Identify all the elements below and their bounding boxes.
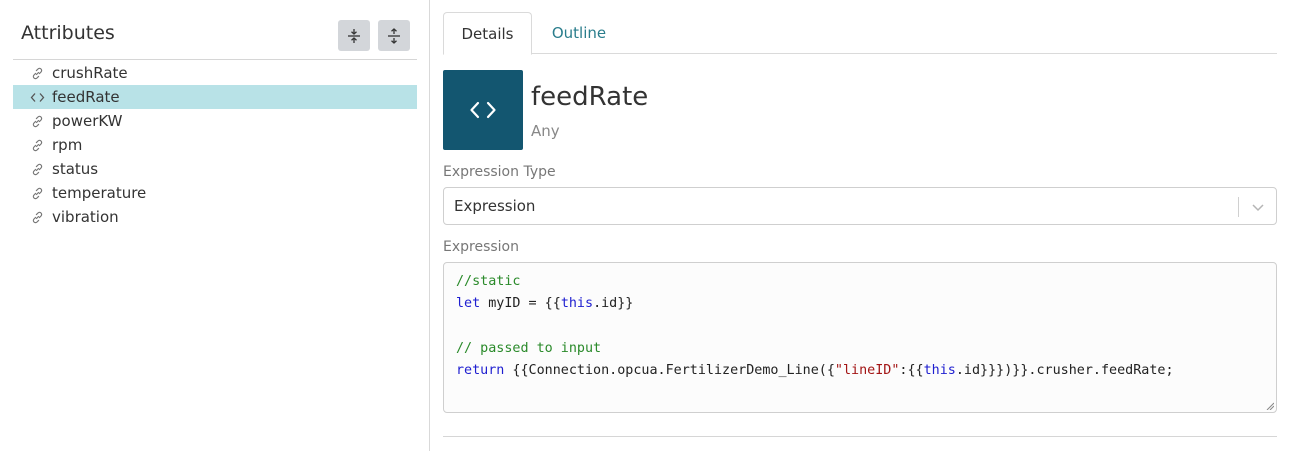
collapse-vertical-icon: [348, 28, 360, 43]
attribute-data-type: Any: [531, 122, 560, 140]
code-line: let myID = {{this.id}}: [456, 293, 1264, 315]
code-line: ​: [456, 316, 1264, 338]
code-line-2: let myID = {{this.id}}: [456, 296, 634, 312]
link-icon: [29, 209, 45, 225]
code-line-1: //static: [456, 274, 521, 289]
expression-editor[interactable]: //static let myID = {{this.id}} ​ // passed…: [443, 262, 1277, 413]
expression-type-label: Expression Type: [443, 164, 556, 180]
link-icon: [29, 185, 45, 201]
attributes-panel: Attributes crushRate feedRate powerKW rp…: [0, 0, 430, 451]
link-icon: [29, 161, 45, 177]
section-divider: [443, 436, 1277, 437]
code-line: //static: [456, 271, 1264, 293]
attribute-label: vibration: [52, 208, 119, 226]
code-line-4: // passed to input: [456, 340, 602, 356]
attribute-label: feedRate: [52, 88, 120, 106]
attribute-list: crushRate feedRate powerKW rpm status te…: [13, 61, 417, 229]
code-line: // passed to input: [456, 338, 1264, 360]
tab-details[interactable]: Details: [443, 12, 532, 55]
expression-type-value: Expression: [454, 197, 536, 215]
code-line-5: return {{Connection.opcua.FertilizerDemo…: [456, 363, 1174, 379]
link-icon: [29, 137, 45, 153]
attribute-item-temperature[interactable]: temperature: [13, 181, 417, 205]
attribute-item-feedrate[interactable]: feedRate: [13, 85, 417, 109]
expand-all-button[interactable]: [378, 20, 410, 51]
attribute-label: rpm: [52, 136, 83, 154]
attribute-item-status[interactable]: status: [13, 157, 417, 181]
attribute-item-vibration[interactable]: vibration: [13, 205, 417, 229]
attribute-item-powerkw[interactable]: powerKW: [13, 109, 417, 133]
chevron-down-icon[interactable]: [1250, 199, 1266, 215]
attribute-item-crushrate[interactable]: crushRate: [13, 61, 417, 85]
expression-type-select[interactable]: Expression: [443, 187, 1277, 225]
link-icon: [29, 113, 45, 129]
attribute-type-tile: [443, 70, 523, 150]
select-separator: [1238, 197, 1239, 217]
expression-label: Expression: [443, 239, 519, 255]
code-icon: [29, 89, 45, 105]
attribute-name: feedRate: [531, 82, 649, 112]
resize-handle-icon[interactable]: [1266, 402, 1274, 410]
details-panel: Details Outline feedRate Any Expression …: [443, 0, 1277, 451]
code-icon: [470, 101, 496, 119]
attribute-label: temperature: [52, 184, 147, 202]
attribute-label: crushRate: [52, 64, 128, 82]
code-line: return {{Connection.opcua.FertilizerDemo…: [456, 360, 1264, 382]
attributes-title: Attributes: [21, 22, 115, 44]
tab-bar: Details Outline: [443, 12, 1277, 55]
collapse-all-button[interactable]: [338, 20, 370, 51]
tab-outline[interactable]: Outline: [533, 12, 625, 54]
attribute-label: powerKW: [52, 112, 123, 130]
link-icon: [29, 65, 45, 81]
attributes-header: Attributes: [13, 10, 417, 60]
attribute-label: status: [52, 160, 99, 178]
expand-vertical-icon: [388, 27, 400, 44]
attribute-item-rpm[interactable]: rpm: [13, 133, 417, 157]
